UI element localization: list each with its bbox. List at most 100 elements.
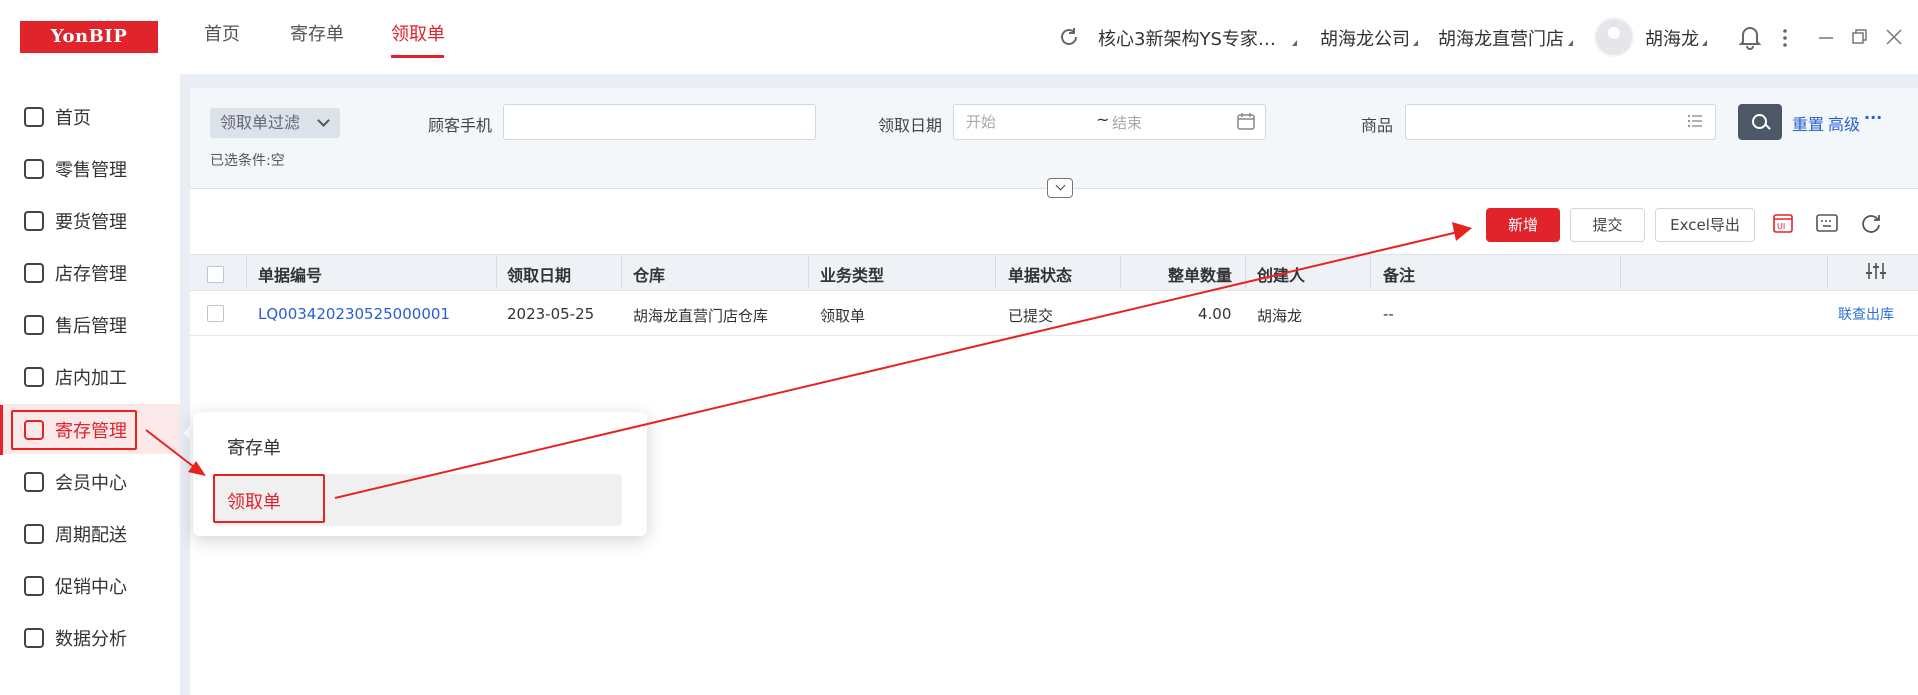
add-button[interactable]: 新增 [1486,208,1560,242]
cell-code-link[interactable]: LQ003420230525000001 [258,305,450,323]
company-selector[interactable]: 胡海龙公司 [1320,25,1410,51]
sidebar-item-label: 促销中心 [55,577,127,598]
sidebar-item-requisition[interactable]: 要货管理 [0,195,180,245]
top-bar: YonBIP 首页 寄存单 领取单 核心3新架构YS专家… 胡海龙公司 胡海龙直… [0,0,1918,74]
app-logo[interactable]: YonBIP [20,21,158,53]
column-divider [621,256,622,289]
store-selector[interactable]: 胡海龙直营门店 [1438,25,1564,51]
row-action-link-outbound[interactable]: 联查出库 [1838,304,1894,324]
column-header-biz-type[interactable]: 业务类型 [820,262,884,286]
advanced-link[interactable]: 高级 [1828,111,1860,135]
sidebar-item-promotion[interactable]: 促销中心 [0,560,180,610]
store-dropdown-icon[interactable] [1568,40,1573,46]
sidebar-item-label: 会员中心 [55,473,127,494]
sidebar-item-label: 零售管理 [55,160,127,181]
org-dropdown-icon[interactable] [1292,40,1297,46]
org-selector[interactable]: 核心3新架构YS专家… [1098,25,1276,51]
column-header-status[interactable]: 单据状态 [1008,262,1072,286]
cell-date: 2023-05-25 [507,305,595,323]
sidebar-item-retail[interactable]: 零售管理 [0,143,180,193]
restore-icon[interactable] [1851,28,1869,46]
tab-deposit-order[interactable]: 寄存单 [290,20,344,46]
submit-button[interactable]: 提交 [1570,208,1645,242]
column-divider [1245,256,1246,289]
column-header-creator[interactable]: 创建人 [1257,262,1305,286]
sidebar-item-label: 店存管理 [55,264,127,285]
bell-icon[interactable] [1738,24,1762,50]
ui-designer-icon[interactable]: UI [1772,212,1794,234]
flyout-pointer [183,423,193,443]
cell-status: 已提交 [1008,307,1054,325]
sidebar-item-analytics[interactable]: 数据分析 [0,612,180,662]
column-divider [1620,256,1621,289]
date-label: 领取日期 [878,116,943,135]
refresh-icon[interactable] [1058,26,1080,48]
sidebar-item-label: 要货管理 [55,212,127,233]
submenu-item-deposit-order[interactable]: 寄存单 [227,434,281,460]
user-dropdown-icon[interactable] [1702,40,1707,46]
more-vertical-icon[interactable] [1780,28,1790,48]
cell-qty: 4.00 [1198,305,1232,323]
sidebar-item-home[interactable]: 首页 [0,91,180,141]
sidebar: 首页 零售管理 要货管理 店存管理 售后管理 店内加工 寄存管理 会员中心 周期… [0,74,180,695]
inbox-icon [24,211,44,231]
tab-home[interactable]: 首页 [204,20,240,46]
selected-conditions: 已选条件:空 [210,153,285,169]
column-divider [808,256,809,289]
svg-text:UI: UI [1777,222,1785,231]
date-separator: ~ [1096,110,1110,129]
store-icon [24,263,44,283]
sidebar-item-store-inventory[interactable]: 店存管理 [0,247,180,297]
column-divider [1120,256,1121,289]
sidebar-item-label: 数据分析 [55,629,127,650]
column-header-warehouse[interactable]: 仓库 [633,262,665,286]
home-icon [24,107,44,127]
column-divider [246,256,247,289]
column-header-qty[interactable]: 整单数量 [1168,262,1232,286]
cell-warehouse: 胡海龙直营门店仓库 [633,307,769,325]
column-header-code[interactable]: 单据编号 [258,262,322,286]
cell-biz-type: 领取单 [820,307,866,325]
date-start-placeholder: 开始 [966,113,997,131]
reload-icon[interactable] [1860,212,1882,234]
collapse-filter-button[interactable] [1047,178,1073,198]
column-divider [496,256,497,289]
minimize-icon[interactable] [1818,30,1834,46]
bag-icon [24,159,44,179]
column-header-remark[interactable]: 备注 [1383,262,1415,286]
calendar-icon[interactable] [1236,111,1256,131]
list-icon[interactable] [1686,112,1704,130]
tools-icon [24,367,44,387]
reset-link[interactable]: 重置 [1792,111,1824,135]
tab-pickup-order[interactable]: 领取单 [391,20,445,46]
search-button[interactable] [1738,104,1782,140]
close-icon[interactable] [1885,28,1903,46]
phone-input[interactable] [503,104,816,140]
avatar[interactable] [1594,17,1634,57]
sidebar-item-after-sales[interactable]: 售后管理 [0,299,180,349]
cell-creator: 胡海龙 [1257,307,1303,325]
column-settings-icon[interactable] [1865,261,1887,281]
row-checkbox[interactable] [207,305,224,322]
user-name[interactable]: 胡海龙 [1645,25,1699,51]
sidebar-item-member[interactable]: 会员中心 [0,456,180,506]
phone-label: 顾客手机 [428,116,493,135]
company-dropdown-icon[interactable] [1413,40,1418,46]
product-input[interactable] [1405,104,1716,140]
sidebar-item-label: 店内加工 [55,368,127,389]
sidebar-item-processing[interactable]: 店内加工 [0,351,180,401]
active-tab-indicator [391,55,444,58]
sidebar-item-label: 首页 [55,108,91,129]
date-range-input[interactable]: 开始 [953,104,1266,140]
column-header-date[interactable]: 领取日期 [507,262,571,286]
sidebar-item-delivery[interactable]: 周期配送 [0,508,180,558]
more-options-icon[interactable]: ··· [1864,108,1882,127]
sidebar-item-label: 售后管理 [55,316,127,337]
keyboard-icon[interactable] [1815,212,1839,234]
excel-export-button[interactable]: Excel导出 [1655,208,1755,242]
highlight-box-sidebar-deposit [11,410,137,450]
tag-icon [24,576,44,596]
select-all-checkbox[interactable] [207,266,224,283]
filter-scheme-dropdown[interactable]: 领取单过滤 [210,108,340,138]
service-icon [24,315,44,335]
